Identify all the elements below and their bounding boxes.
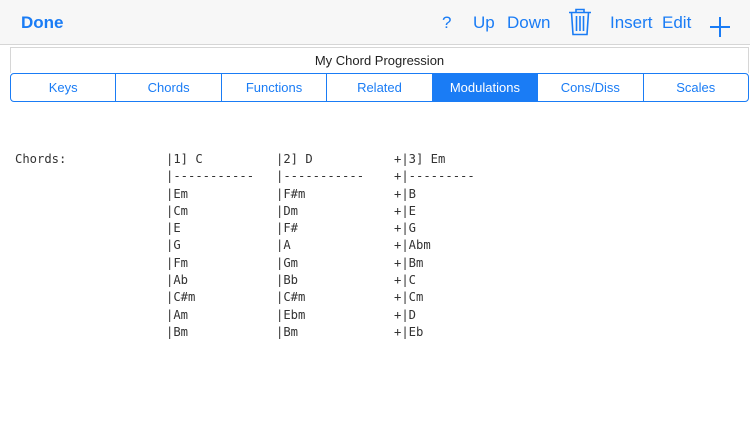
chord-cell: |Em <box>166 186 189 201</box>
done-button[interactable]: Done <box>21 0 64 45</box>
chord-cell: +|D <box>394 307 417 322</box>
column-header: +|3] Em <box>394 152 446 166</box>
chord-cell: |Bb <box>276 273 299 288</box>
chord-cell: |Ebm <box>276 307 306 322</box>
chord-cell: +|B <box>394 186 417 201</box>
chord-cell: |E <box>166 221 181 236</box>
tab-bar: Keys Chords Functions Related Modulation… <box>10 73 749 102</box>
tab-chords[interactable]: Chords <box>116 74 222 101</box>
column-1: |1] C |----------- |Em |Cm |E |G |Fm |Ab… <box>166 151 254 341</box>
chord-cell: |C#m <box>166 290 196 305</box>
tab-related[interactable]: Related <box>327 74 433 101</box>
chords-label: Chords: <box>15 152 67 166</box>
chord-cell: |Fm <box>166 255 189 270</box>
chord-cell: +|Abm <box>394 238 431 253</box>
chord-cell: |G <box>166 238 181 253</box>
chord-cell: |Am <box>166 307 189 322</box>
edit-button[interactable]: Edit <box>662 0 691 45</box>
tab-functions[interactable]: Functions <box>222 74 328 101</box>
tab-cons-diss[interactable]: Cons/Diss <box>538 74 644 101</box>
chord-cell: +|Cm <box>394 290 424 305</box>
chord-cell: +|C <box>394 273 417 288</box>
chord-cell: |Cm <box>166 203 189 218</box>
column-3: +|3] Em +|--------- +|B +|E +|G +|Abm +|… <box>394 151 475 341</box>
chord-cell: +|G <box>394 221 417 236</box>
column-header: |2] D <box>276 152 313 166</box>
column-header: |1] C <box>166 152 203 166</box>
tab-scales[interactable]: Scales <box>644 74 748 101</box>
plus-icon[interactable] <box>709 10 731 37</box>
chord-cell: |Dm <box>276 203 299 218</box>
tab-keys[interactable]: Keys <box>11 74 117 101</box>
column-divider: |----------- <box>166 169 255 184</box>
tab-modulations[interactable]: Modulations <box>432 74 539 101</box>
chord-cell: |F# <box>276 221 299 236</box>
navigation-bar: Done ? Up Down Insert Edit <box>0 0 750 45</box>
chord-cell: |C#m <box>276 290 306 305</box>
column-2: |2] D |----------- |F#m |Dm |F# |A |Gm |… <box>276 151 364 341</box>
chord-cell: |Bm <box>276 324 299 339</box>
chord-cell: +|Bm <box>394 255 424 270</box>
help-button[interactable]: ? <box>442 0 451 45</box>
chord-cell: |Gm <box>276 255 299 270</box>
insert-button[interactable]: Insert <box>610 0 653 45</box>
progression-title: My Chord Progression <box>10 47 749 73</box>
column-divider: +|--------- <box>394 169 475 184</box>
chord-cell: |A <box>276 238 291 253</box>
chord-cell: |Ab <box>166 273 189 288</box>
chord-cell: |Bm <box>166 324 189 339</box>
chord-cell: |F#m <box>276 186 306 201</box>
column-divider: |----------- <box>276 169 365 184</box>
trash-icon[interactable] <box>568 8 592 36</box>
chord-cell: +|E <box>394 203 417 218</box>
down-button[interactable]: Down <box>507 0 550 45</box>
up-button[interactable]: Up <box>473 0 495 45</box>
chord-cell: +|Eb <box>394 324 424 339</box>
